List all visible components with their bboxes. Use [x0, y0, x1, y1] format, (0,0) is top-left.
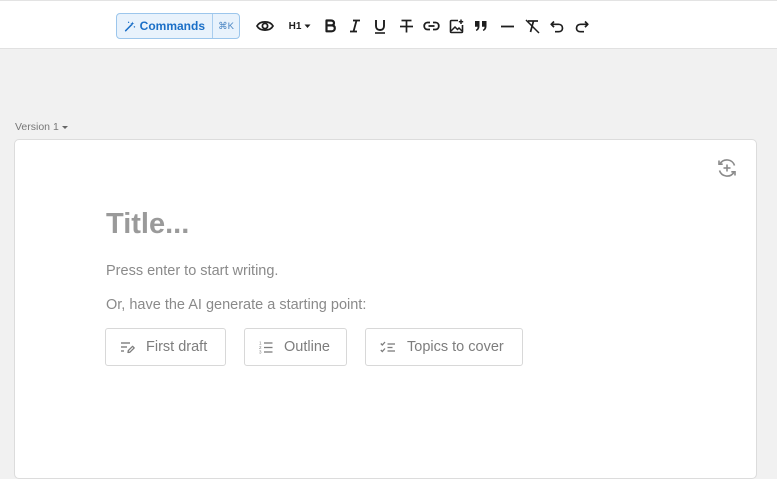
italic-icon[interactable] — [347, 16, 363, 36]
magic-wand-icon — [124, 21, 136, 31]
outline-label: Outline — [284, 339, 330, 355]
topics-to-cover-button[interactable]: Topics to cover — [365, 328, 523, 366]
checklist-icon — [380, 341, 395, 352]
blockquote-icon[interactable] — [473, 16, 489, 36]
outline-button[interactable]: 1 2 3 Outline — [244, 328, 347, 366]
chevron-down-icon — [304, 24, 311, 28]
image-add-icon[interactable] — [448, 16, 464, 36]
topics-to-cover-label: Topics to cover — [407, 339, 504, 355]
link-icon[interactable] — [422, 16, 440, 36]
version-select[interactable]: Version 1 — [15, 121, 68, 133]
commands-label: Commands — [139, 19, 205, 33]
regenerate-icon[interactable] — [716, 157, 738, 179]
start-writing-hint: Press enter to start writing. — [106, 263, 279, 279]
title-input[interactable] — [106, 206, 666, 242]
commands-shortcut: ⌘K — [212, 14, 239, 38]
numbered-list-icon: 1 2 3 — [259, 341, 273, 355]
ai-generate-hint: Or, have the AI generate a starting poin… — [106, 297, 367, 313]
heading-level-label: H1 — [288, 20, 302, 32]
first-draft-label: First draft — [146, 339, 208, 355]
first-draft-button[interactable]: First draft — [105, 328, 226, 366]
horizontal-rule-icon[interactable] — [499, 16, 515, 36]
pencil-lines-icon — [121, 341, 135, 353]
heading-level-select[interactable]: H1 — [285, 16, 315, 36]
strikethrough-icon[interactable] — [397, 16, 415, 36]
bold-icon[interactable] — [322, 16, 338, 36]
commands-button[interactable]: Commands ⌘K — [116, 13, 240, 39]
editor-toolbar: Commands ⌘K H1 — [0, 0, 777, 49]
underline-icon[interactable] — [372, 16, 388, 36]
editor-card: Press enter to start writing. Or, have t… — [14, 139, 757, 479]
version-label: Version 1 — [15, 121, 59, 133]
preview-eye-icon[interactable] — [255, 16, 275, 36]
svg-text:3: 3 — [259, 350, 262, 355]
clear-format-icon[interactable] — [523, 16, 541, 36]
commands-main[interactable]: Commands — [117, 14, 212, 38]
caret-down-icon — [61, 125, 68, 129]
redo-icon[interactable] — [574, 16, 590, 36]
undo-icon[interactable] — [549, 16, 565, 36]
